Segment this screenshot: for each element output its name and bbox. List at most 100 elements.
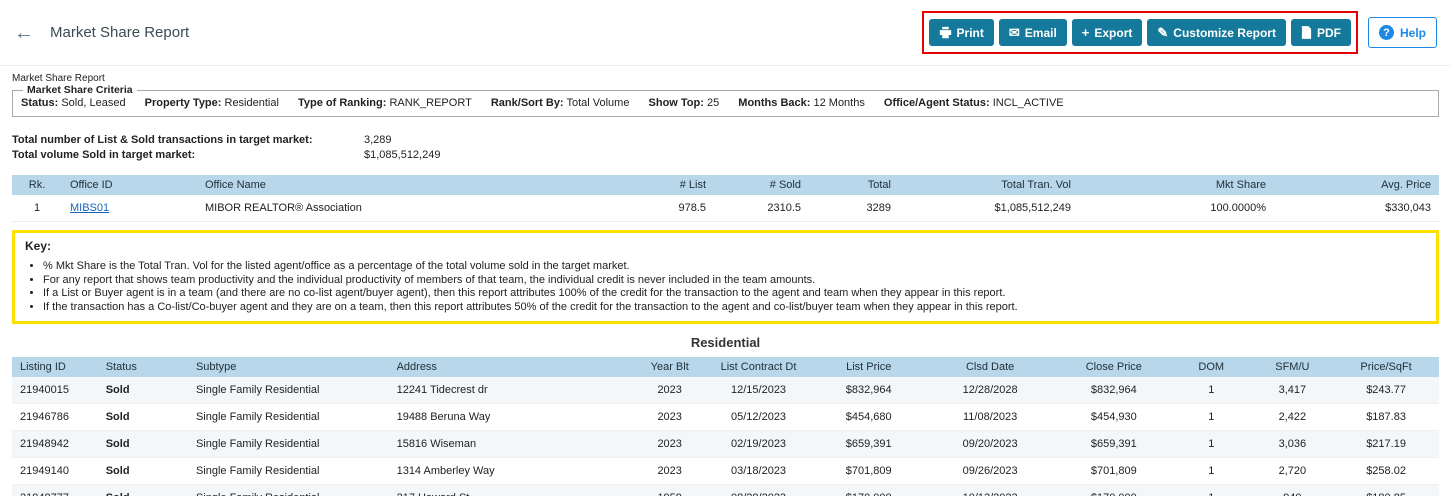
listing-closed-date-cell: 09/26/2023	[923, 457, 1057, 485]
pencil-icon: ✎	[1157, 25, 1169, 40]
total-cell: 3289	[809, 195, 899, 222]
listing-price-sqft-cell: $258.02	[1333, 457, 1439, 485]
criteria-item: Type of Ranking: RANK_REPORT	[298, 97, 472, 109]
listing-status-cell: Sold	[97, 403, 188, 431]
total-row: Total number of List & Sold transactions…	[12, 133, 1439, 148]
summary-header-row: Rk. Office ID Office Name # List # Sold …	[12, 175, 1439, 195]
criteria-value: INCL_ACTIVE	[992, 97, 1064, 109]
listing-dom-cell: 1	[1170, 484, 1252, 496]
criteria-value: Residential	[224, 97, 279, 109]
criteria-label: Status:	[21, 97, 59, 109]
mkt-share-cell: 100.0000%	[1079, 195, 1274, 222]
total-row: Total volume Sold in target market: $1,0…	[12, 148, 1439, 163]
report-name: Market Share Report	[12, 73, 105, 84]
listing-list-price-cell: $659,391	[813, 430, 924, 458]
criteria-legend: Market Share Criteria	[27, 84, 133, 96]
listing-close-price-cell: $454,930	[1056, 403, 1171, 431]
key-bullet: If a List or Buyer agent is in a team (a…	[43, 287, 1426, 301]
listing-list-price-cell: $832,964	[813, 377, 924, 404]
criteria-label: Months Back:	[738, 97, 811, 109]
total-label: Total number of List & Sold transactions…	[12, 134, 313, 146]
col-list-count: # List	[619, 175, 714, 195]
listing-price-sqft-cell: $243.77	[1333, 377, 1439, 404]
listing-contract-date-cell: 02/19/2023	[703, 430, 814, 458]
print-button[interactable]: Print	[928, 19, 994, 46]
listing-list-price-cell: $454,680	[813, 403, 924, 431]
customize-report-button[interactable]: ✎ Customize Report	[1147, 19, 1286, 46]
totals-section: Total number of List & Sold transactions…	[12, 133, 1439, 163]
export-button[interactable]: + Export	[1071, 19, 1143, 46]
listing-subtype-cell: Single Family Residential	[187, 457, 389, 485]
listing-subtype-cell: Single Family Residential	[187, 430, 389, 458]
criteria-label: Property Type:	[144, 97, 222, 109]
criteria-item: Status: Sold, Leased	[21, 97, 126, 109]
listing-close-price-cell: $659,391	[1056, 430, 1171, 458]
criteria-item: Months Back: 12 Months	[738, 97, 865, 109]
help-button-label: Help	[1399, 25, 1426, 40]
annotation-yellow-box: Key: % Mkt Share is the Total Tran. Vol …	[12, 230, 1439, 324]
col-total-tran-vol: Total Tran. Vol	[899, 175, 1079, 195]
listing-year-built-cell: 2023	[636, 403, 704, 431]
total-value: 3,289	[364, 134, 392, 146]
office-name-cell: MIBOR REALTOR® Association	[197, 195, 619, 222]
criteria-label: Show Top:	[648, 97, 704, 109]
report-content: Market Share Report Market Share Criteri…	[0, 73, 1451, 496]
listing-id-cell: 21948777	[12, 484, 98, 496]
listing-subtype-cell: Single Family Residential	[187, 403, 389, 431]
col-year-built: Year Blt	[636, 357, 704, 377]
criteria-panel: Market Share Criteria Status: Sold, Leas…	[12, 84, 1439, 117]
listing-list-price-cell: $701,809	[813, 457, 924, 485]
listing-year-built-cell: 1959	[636, 484, 704, 496]
listing-closed-date-cell: 10/13/2023	[923, 484, 1057, 496]
sold-count-cell: 2310.5	[714, 195, 809, 222]
listing-sfmu-cell: 940	[1251, 484, 1334, 496]
pdf-icon	[1301, 26, 1312, 39]
listing-subtype-cell: Single Family Residential	[187, 484, 389, 496]
listing-row: 21948942 Sold Single Family Residential …	[12, 430, 1439, 458]
pdf-button[interactable]: PDF	[1290, 19, 1351, 46]
rank-cell: 1	[12, 195, 62, 222]
listing-address-cell: 15816 Wiseman	[388, 430, 637, 458]
office-id-link[interactable]: MIBS01	[70, 202, 109, 214]
listing-close-price-cell: $701,809	[1056, 457, 1171, 485]
email-button-label: Email	[1024, 25, 1057, 40]
listing-id-cell: 21946786	[12, 403, 98, 431]
criteria-value: Sold, Leased	[61, 97, 126, 109]
listings-header-row: Listing ID Status Subtype Address Year B…	[12, 357, 1439, 377]
col-sfmu: SFM/U	[1251, 357, 1334, 377]
col-office-id: Office ID	[62, 175, 197, 195]
summary-row: 1 MIBS01 MIBOR REALTOR® Association 978.…	[12, 195, 1439, 222]
listing-dom-cell: 1	[1170, 457, 1252, 485]
export-button-label: Export	[1094, 25, 1133, 40]
col-total: Total	[809, 175, 899, 195]
listing-year-built-cell: 2023	[636, 377, 704, 404]
total-tran-vol-cell: $1,085,512,249	[899, 195, 1079, 222]
listing-sfmu-cell: 2,720	[1251, 457, 1334, 485]
criteria-value: 12 Months	[813, 97, 865, 109]
toolbar: Print ✉ Email + Export ✎ Customize Repor…	[921, 11, 1437, 54]
listing-status-cell: Sold	[97, 457, 188, 485]
back-arrow-icon[interactable]: ←	[14, 23, 34, 43]
key-bullet: % Mkt Share is the Total Tran. Vol for t…	[43, 260, 1426, 274]
list-count-cell: 978.5	[619, 195, 714, 222]
col-avg-price: Avg. Price	[1274, 175, 1439, 195]
col-close-price: Close Price	[1056, 357, 1171, 377]
section-title: Residential	[690, 335, 761, 350]
col-status: Status	[97, 357, 188, 377]
listing-address-cell: 217 Howard St	[388, 484, 637, 496]
criteria-item: Show Top: 25	[649, 97, 720, 109]
listing-status-cell: Sold	[97, 377, 188, 404]
listing-id-cell: 21949140	[12, 457, 98, 485]
listing-year-built-cell: 2023	[636, 430, 704, 458]
listing-row: 21940015 Sold Single Family Residential …	[12, 377, 1439, 404]
criteria-line: Status: Sold, Leased Property Type: Resi…	[21, 97, 1430, 109]
listing-contract-date-cell: 12/15/2023	[703, 377, 814, 404]
col-office-name: Office Name	[197, 175, 619, 195]
listing-address-cell: 1314 Amberley Way	[388, 457, 637, 485]
col-address: Address	[388, 357, 637, 377]
listing-row: 21949140 Sold Single Family Residential …	[12, 457, 1439, 485]
help-button[interactable]: ? Help	[1367, 17, 1437, 48]
pdf-button-label: PDF	[1316, 25, 1341, 40]
criteria-value: 25	[706, 97, 720, 109]
email-button[interactable]: ✉ Email	[998, 19, 1067, 46]
